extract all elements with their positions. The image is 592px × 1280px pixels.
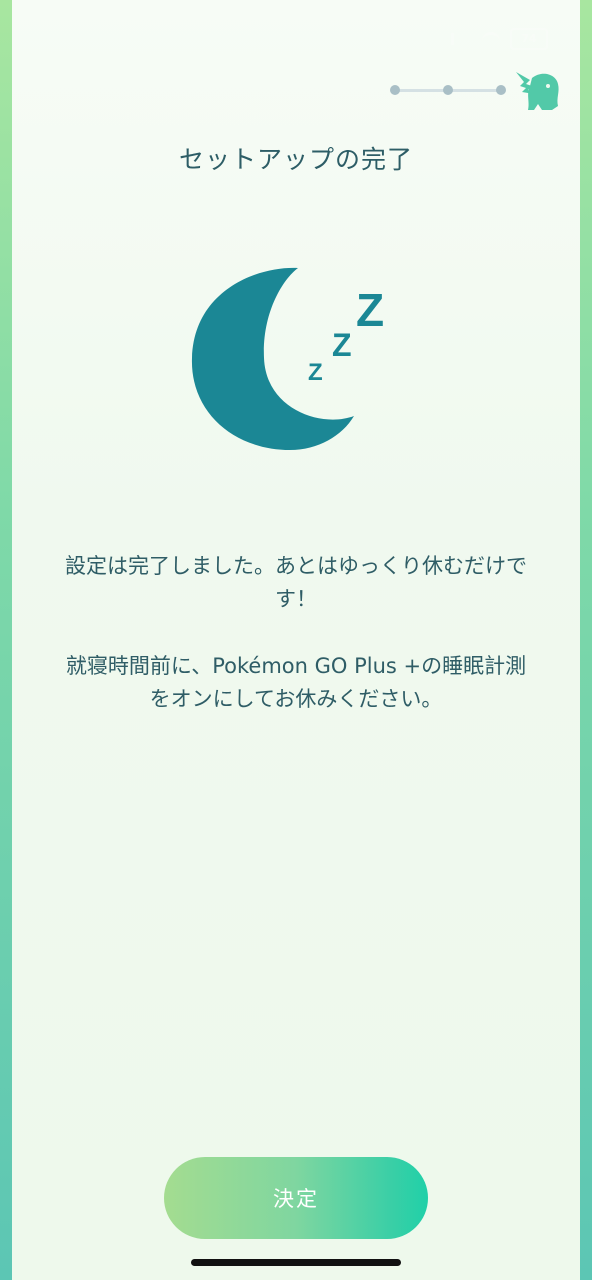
page-title: セットアップの完了 [178,145,413,174]
wifi-icon [482,31,500,47]
battery-icon: 74 [510,28,548,50]
pikachu-icon [516,72,559,110]
setup-panel [12,0,580,1280]
svg-text:Z: Z [356,284,384,336]
svg-text:Z: Z [332,327,352,363]
decide-button[interactable]: 決定 [164,1157,428,1239]
sleep-tracking-instruction: 就寝時間前に、Pokémon GO Plus +の睡眠計測をオンにしてお休みくだ… [65,654,527,711]
setup-progress [388,70,568,110]
home-indicator[interactable] [191,1259,401,1266]
progress-step-dot [390,85,400,95]
status-icons: 74 [451,28,548,50]
progress-step-dot [443,85,453,95]
signal-icon [451,33,472,45]
completion-message: 設定は完了しました。あとはゆっくり休むだけです！ [65,554,527,611]
progress-step-dot [496,85,506,95]
status-bar: 74 [0,0,592,60]
sleep-moon-zzz-icon: Z Z Z [191,267,384,450]
svg-text:Z: Z [308,359,323,386]
